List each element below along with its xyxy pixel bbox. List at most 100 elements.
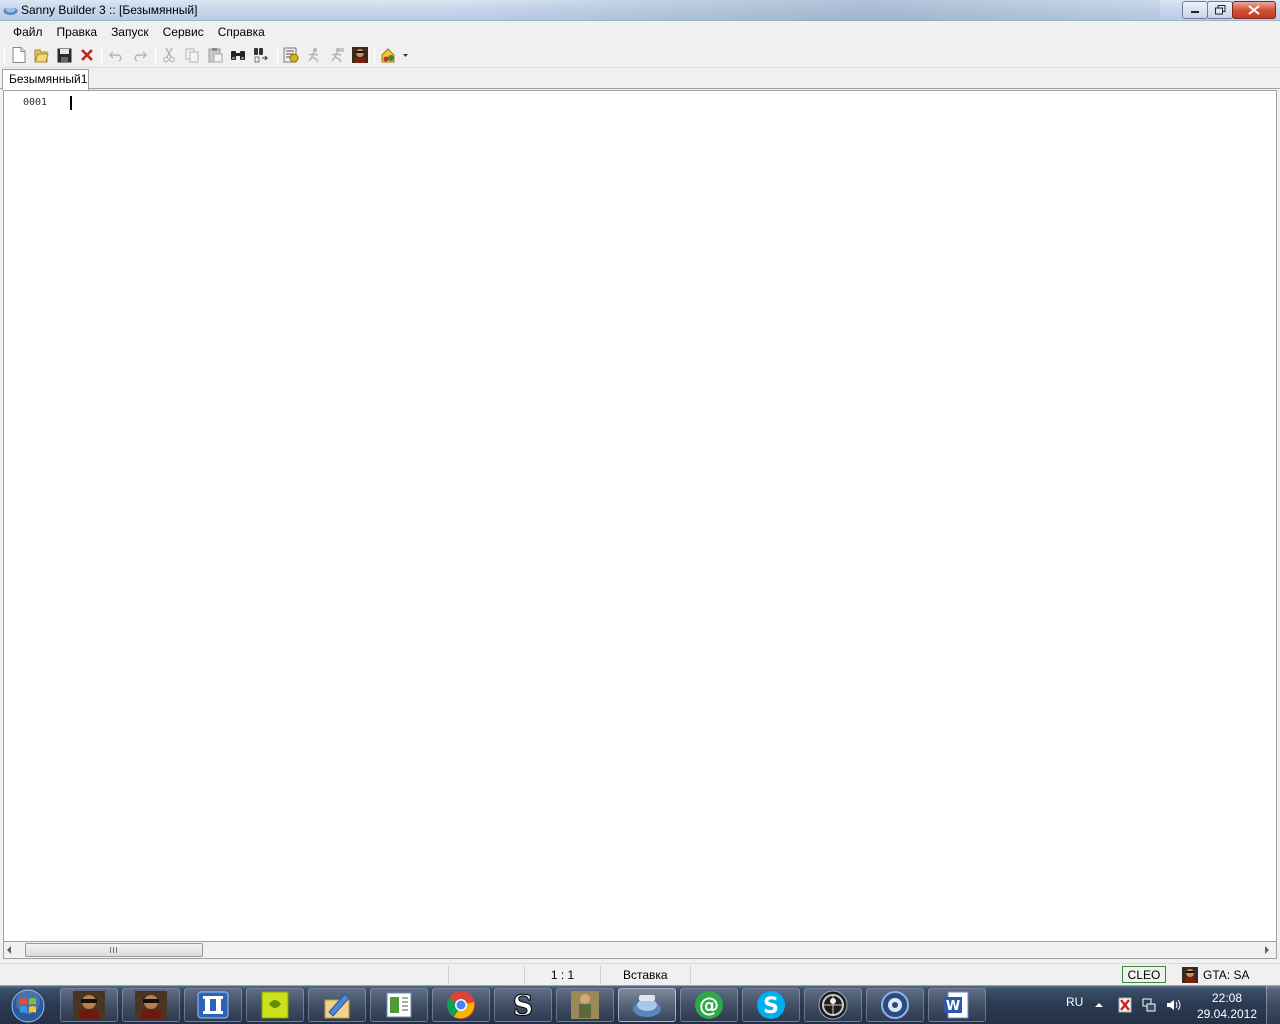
scroll-left-arrow-icon[interactable] — [7, 946, 11, 954]
new-file-button[interactable] — [9, 45, 29, 65]
run-game-button[interactable] — [327, 45, 347, 65]
window-title: Sanny Builder 3 :: [Безымянный] — [21, 3, 198, 17]
word-icon: W — [944, 991, 969, 1019]
svg-text:W: W — [946, 999, 960, 1014]
windows-orb-icon — [11, 989, 45, 1023]
skype-icon: S — [757, 991, 785, 1019]
menu-edit[interactable]: Правка — [50, 23, 105, 41]
taskbar-app-sanny-builder[interactable] — [618, 988, 676, 1022]
taskbar-app-document-viewer[interactable] — [370, 988, 428, 1022]
status-bar: 1 : 1 Вставка CLEO GTA: SA — [0, 963, 1280, 985]
paste-icon — [208, 48, 222, 63]
tools-dropdown-button[interactable] — [379, 45, 399, 65]
scroll-right-arrow-icon[interactable] — [1265, 946, 1269, 954]
show-hidden-icons-icon[interactable] — [1094, 1000, 1104, 1010]
find-button[interactable] — [228, 45, 248, 65]
document-tabs: Безымянный1 — [0, 68, 1280, 90]
sanny-builder-icon — [633, 995, 661, 1017]
menu-tools[interactable]: Сервис — [156, 23, 211, 41]
taskbar-app-word[interactable]: W — [928, 988, 986, 1022]
samp-icon: S — [512, 990, 533, 1020]
open-file-button[interactable] — [31, 45, 51, 65]
total-commander-icon — [197, 991, 229, 1019]
horizontal-scrollbar[interactable] — [3, 942, 1277, 959]
game-button[interactable] — [350, 45, 370, 65]
gta-sa-icon — [135, 991, 167, 1019]
line-number: 0001 — [23, 97, 48, 108]
chrome-icon — [447, 991, 475, 1019]
close-file-button[interactable] — [77, 45, 97, 65]
volume-icon[interactable] — [1165, 997, 1181, 1013]
menu-help[interactable]: Справка — [211, 23, 272, 41]
sticker-app-icon — [261, 991, 289, 1019]
show-desktop-button[interactable] — [1266, 986, 1280, 1024]
cursor-position: 1 : 1 — [524, 966, 600, 984]
taskbar-app-gta-sa-2[interactable] — [122, 988, 180, 1022]
start-button[interactable] — [6, 988, 50, 1024]
new-file-icon — [12, 47, 26, 63]
run-button[interactable] — [304, 45, 324, 65]
antivirus-icon[interactable] — [1117, 997, 1133, 1013]
clock-time: 22:08 — [1211, 991, 1243, 1005]
media-player-icon — [881, 991, 909, 1019]
language-indicator[interactable]: RU — [1066, 995, 1083, 1009]
run-icon — [308, 48, 319, 63]
copy-button[interactable] — [182, 45, 202, 65]
system-clock[interactable]: 22:08 29.04.2012 — [1194, 990, 1260, 1022]
tab-untitled1[interactable]: Безымянный1 — [2, 69, 89, 90]
undo-icon — [109, 51, 122, 61]
menu-run[interactable]: Запуск — [104, 23, 156, 41]
scrollbar-grip-icon — [110, 947, 117, 953]
game-label: GTA: SA — [1203, 968, 1250, 982]
undo-button[interactable] — [106, 45, 126, 65]
minimize-icon — [1191, 11, 1199, 13]
redo-icon — [134, 51, 147, 61]
cleo-badge[interactable]: CLEO — [1122, 966, 1166, 983]
character-game-icon — [571, 991, 599, 1019]
restore-button[interactable] — [1207, 1, 1233, 19]
taskbar-app-samp[interactable]: S — [494, 988, 552, 1022]
toolbar-grip — [4, 46, 5, 64]
title-bar[interactable]: Sanny Builder 3 :: [Безымянный] — [0, 0, 1280, 21]
minimize-button[interactable] — [1182, 1, 1208, 19]
code-editor[interactable]: 0001 — [3, 90, 1277, 942]
compile-button[interactable] — [281, 45, 301, 65]
taskbar-app-mail-agent[interactable]: @ — [680, 988, 738, 1022]
scrollbar-thumb[interactable] — [25, 943, 203, 957]
cut-button[interactable] — [159, 45, 179, 65]
insert-mode: Вставка — [600, 966, 690, 984]
menu-file[interactable]: Файл — [6, 23, 50, 41]
network-icon[interactable] — [1141, 997, 1157, 1013]
taskbar-app-character-game[interactable] — [556, 988, 614, 1022]
taskbar-app-sticker[interactable] — [246, 988, 304, 1022]
close-icon — [1248, 5, 1260, 15]
taskbar-app-media-player[interactable] — [866, 988, 924, 1022]
copy-icon — [185, 48, 198, 62]
paint-brush-icon — [324, 993, 350, 1019]
gta-sa-icon — [1182, 967, 1198, 983]
taskbar-app-gta-sa-1[interactable] — [60, 988, 118, 1022]
redo-button[interactable] — [130, 45, 150, 65]
mail-agent-icon: @ — [695, 991, 723, 1019]
toolbar — [0, 43, 1280, 68]
taskbar-app-total-commander[interactable] — [184, 988, 242, 1022]
game-selector[interactable]: GTA: SA — [1182, 966, 1249, 984]
taskbar-app-counter-strike[interactable] — [804, 988, 862, 1022]
chevron-down-icon[interactable] — [402, 50, 409, 60]
save-button[interactable] — [54, 45, 74, 65]
paste-button[interactable] — [205, 45, 225, 65]
compile-icon — [283, 47, 299, 63]
close-button[interactable] — [1232, 1, 1276, 19]
window-controls — [1182, 1, 1276, 19]
taskbar-app-chrome[interactable] — [432, 988, 490, 1022]
svg-text:S: S — [513, 990, 533, 1020]
replace-icon — [254, 48, 269, 63]
text-caret — [70, 96, 72, 110]
replace-button[interactable] — [251, 45, 271, 65]
cut-icon — [163, 47, 175, 63]
restore-icon — [1214, 5, 1225, 15]
toolbar-separator — [101, 46, 102, 64]
document-viewer-icon — [386, 992, 412, 1018]
taskbar-app-skype[interactable]: S — [742, 988, 800, 1022]
taskbar-app-paint[interactable] — [308, 988, 366, 1022]
